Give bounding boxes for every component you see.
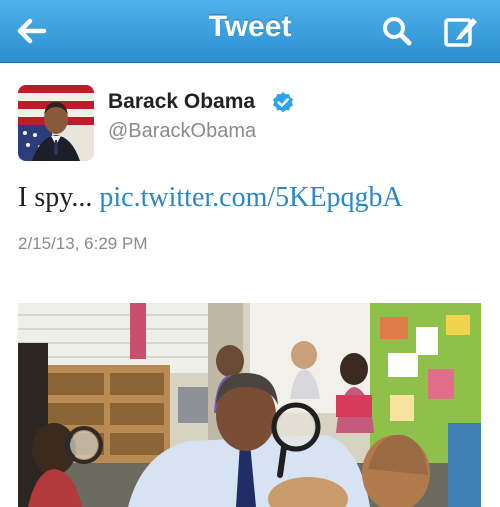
page-title: Tweet [208, 10, 292, 43]
classroom-photo [18, 303, 481, 507]
author-handle[interactable]: @BarackObama [108, 120, 256, 143]
tweet-timestamp: 2/15/13, 6:29 PM [18, 234, 148, 253]
author-name[interactable]: Barack Obama [108, 90, 255, 114]
verified-badge-icon [273, 92, 293, 113]
tweet-photo[interactable] [18, 303, 481, 507]
tweet-text-prefix: I spy... [18, 182, 100, 213]
tweet-text: I spy... pic.twitter.com/5KEpqgbA [18, 182, 403, 214]
tweet-photo-link[interactable]: pic.twitter.com/5KEpqgbA [99, 182, 402, 213]
search-icon[interactable] [378, 12, 416, 50]
navigation-bar: Tweet [0, 0, 500, 63]
avatar-photo [18, 85, 94, 161]
compose-icon[interactable] [442, 12, 480, 50]
avatar[interactable] [18, 85, 94, 161]
